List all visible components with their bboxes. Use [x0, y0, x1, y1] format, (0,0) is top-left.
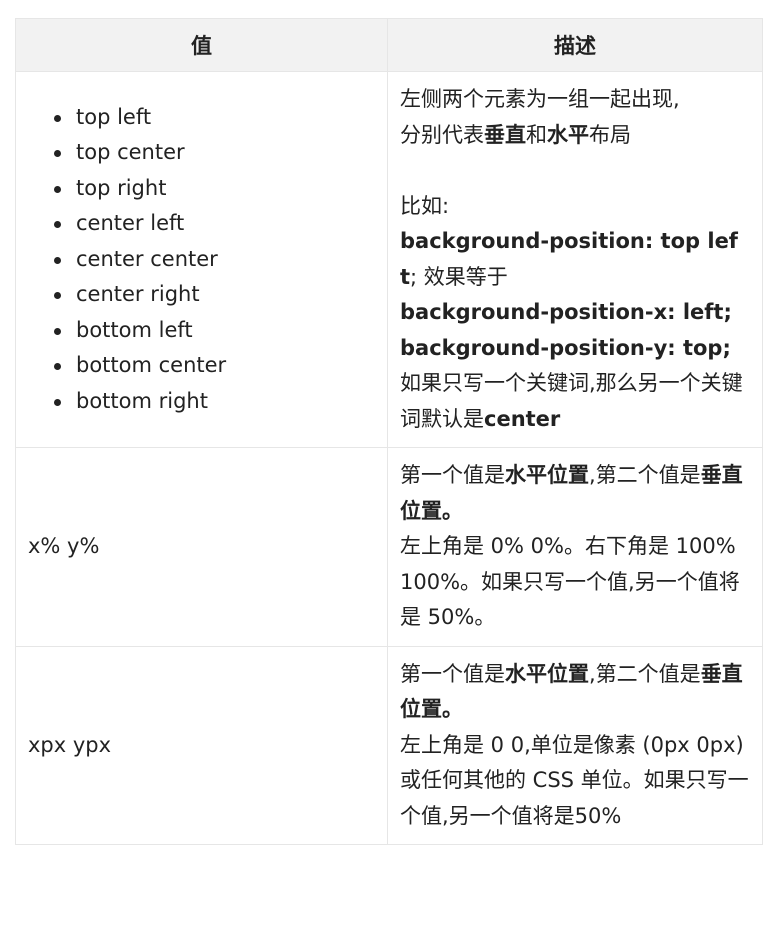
- desc-text: 左上角是 0 0,单位是像素 (0px 0px) 或任何其他的 CSS 单位。如…: [400, 732, 749, 828]
- description-cell-pixels: 第一个值是水平位置,第二个值是垂直位置。 左上角是 0 0,单位是像素 (0px…: [387, 645, 763, 845]
- description-cell-keywords: 左侧两个元素为一组一起出现, 分别代表垂直和水平布局 比如: backgroun…: [387, 71, 763, 448]
- desc-text: 第一个值是: [400, 661, 505, 686]
- list-item: top left: [54, 100, 375, 136]
- desc-text: ; 效果等于: [410, 264, 508, 289]
- desc-text: 第一个值是: [400, 463, 505, 487]
- list-item: center right: [54, 277, 375, 313]
- desc-bold: 垂直: [484, 122, 526, 147]
- value-cell-pixels: xpx ypx: [15, 645, 388, 845]
- list-item: top center: [54, 135, 375, 171]
- desc-text: 布局: [589, 122, 631, 147]
- list-item: center left: [54, 206, 375, 242]
- column-header-value: 值: [15, 18, 388, 72]
- description-cell-percent: 第一个值是水平位置,第二个值是垂直位置。 左上角是 0% 0%。右下角是 100…: [387, 447, 763, 647]
- table-header-row: 值 描述: [15, 18, 763, 72]
- list-item: center center: [54, 242, 375, 278]
- list-item: top right: [54, 171, 375, 207]
- desc-text: ,第二个值是: [589, 661, 701, 686]
- column-header-description: 描述: [387, 18, 763, 72]
- desc-text: 分别代表: [400, 122, 484, 147]
- desc-text: 如果只写一个关键词,那么另一个关键词默认是: [400, 371, 743, 431]
- list-item: bottom center: [54, 348, 375, 384]
- table-row: top left top center top right center lef…: [15, 71, 763, 448]
- table-row: xpx ypx 第一个值是水平位置,第二个值是垂直位置。 左上角是 0 0,单位…: [15, 645, 763, 845]
- page: 值 描述 top left top center top right cente…: [0, 18, 763, 845]
- desc-text: 和: [526, 122, 547, 147]
- reference-table: 值 描述 top left top center top right cente…: [15, 18, 763, 845]
- desc-text: 左上角是 0% 0%。右下角是 100% 100%。如果只写一个值,另一个值将是…: [400, 534, 740, 629]
- table-row: x% y% 第一个值是水平位置,第二个值是垂直位置。 左上角是 0% 0%。右下…: [15, 447, 763, 647]
- desc-line: 分别代表垂直和水平布局: [400, 118, 750, 154]
- value-cell-percent: x% y%: [15, 447, 388, 647]
- keyword-list: top left top center top right center lef…: [28, 100, 375, 420]
- code-example: background-position-y: top;: [400, 335, 731, 360]
- value-cell-keywords: top left top center top right center lef…: [15, 71, 388, 448]
- desc-line: 第一个值是水平位置,第二个值是垂直位置。: [400, 657, 750, 728]
- desc-line: background-position: top left; 效果等于: [400, 224, 750, 295]
- desc-bold: 水平位置: [505, 463, 589, 487]
- desc-bold: center: [484, 406, 561, 431]
- code-example: background-position-x: left;: [400, 300, 732, 324]
- desc-text: ,第二个值是: [589, 463, 701, 487]
- list-item: bottom left: [54, 313, 375, 349]
- desc-line: 如果只写一个关键词,那么另一个关键词默认是center: [400, 366, 750, 437]
- desc-text: 比如:: [400, 193, 450, 218]
- desc-bold: 水平位置: [505, 661, 589, 686]
- desc-bold: 水平: [547, 122, 589, 147]
- list-item: bottom right: [54, 384, 375, 420]
- desc-text: 左侧两个元素为一组一起出现,: [400, 87, 680, 111]
- desc-line: 第一个值是水平位置,第二个值是垂直位置。: [400, 458, 750, 529]
